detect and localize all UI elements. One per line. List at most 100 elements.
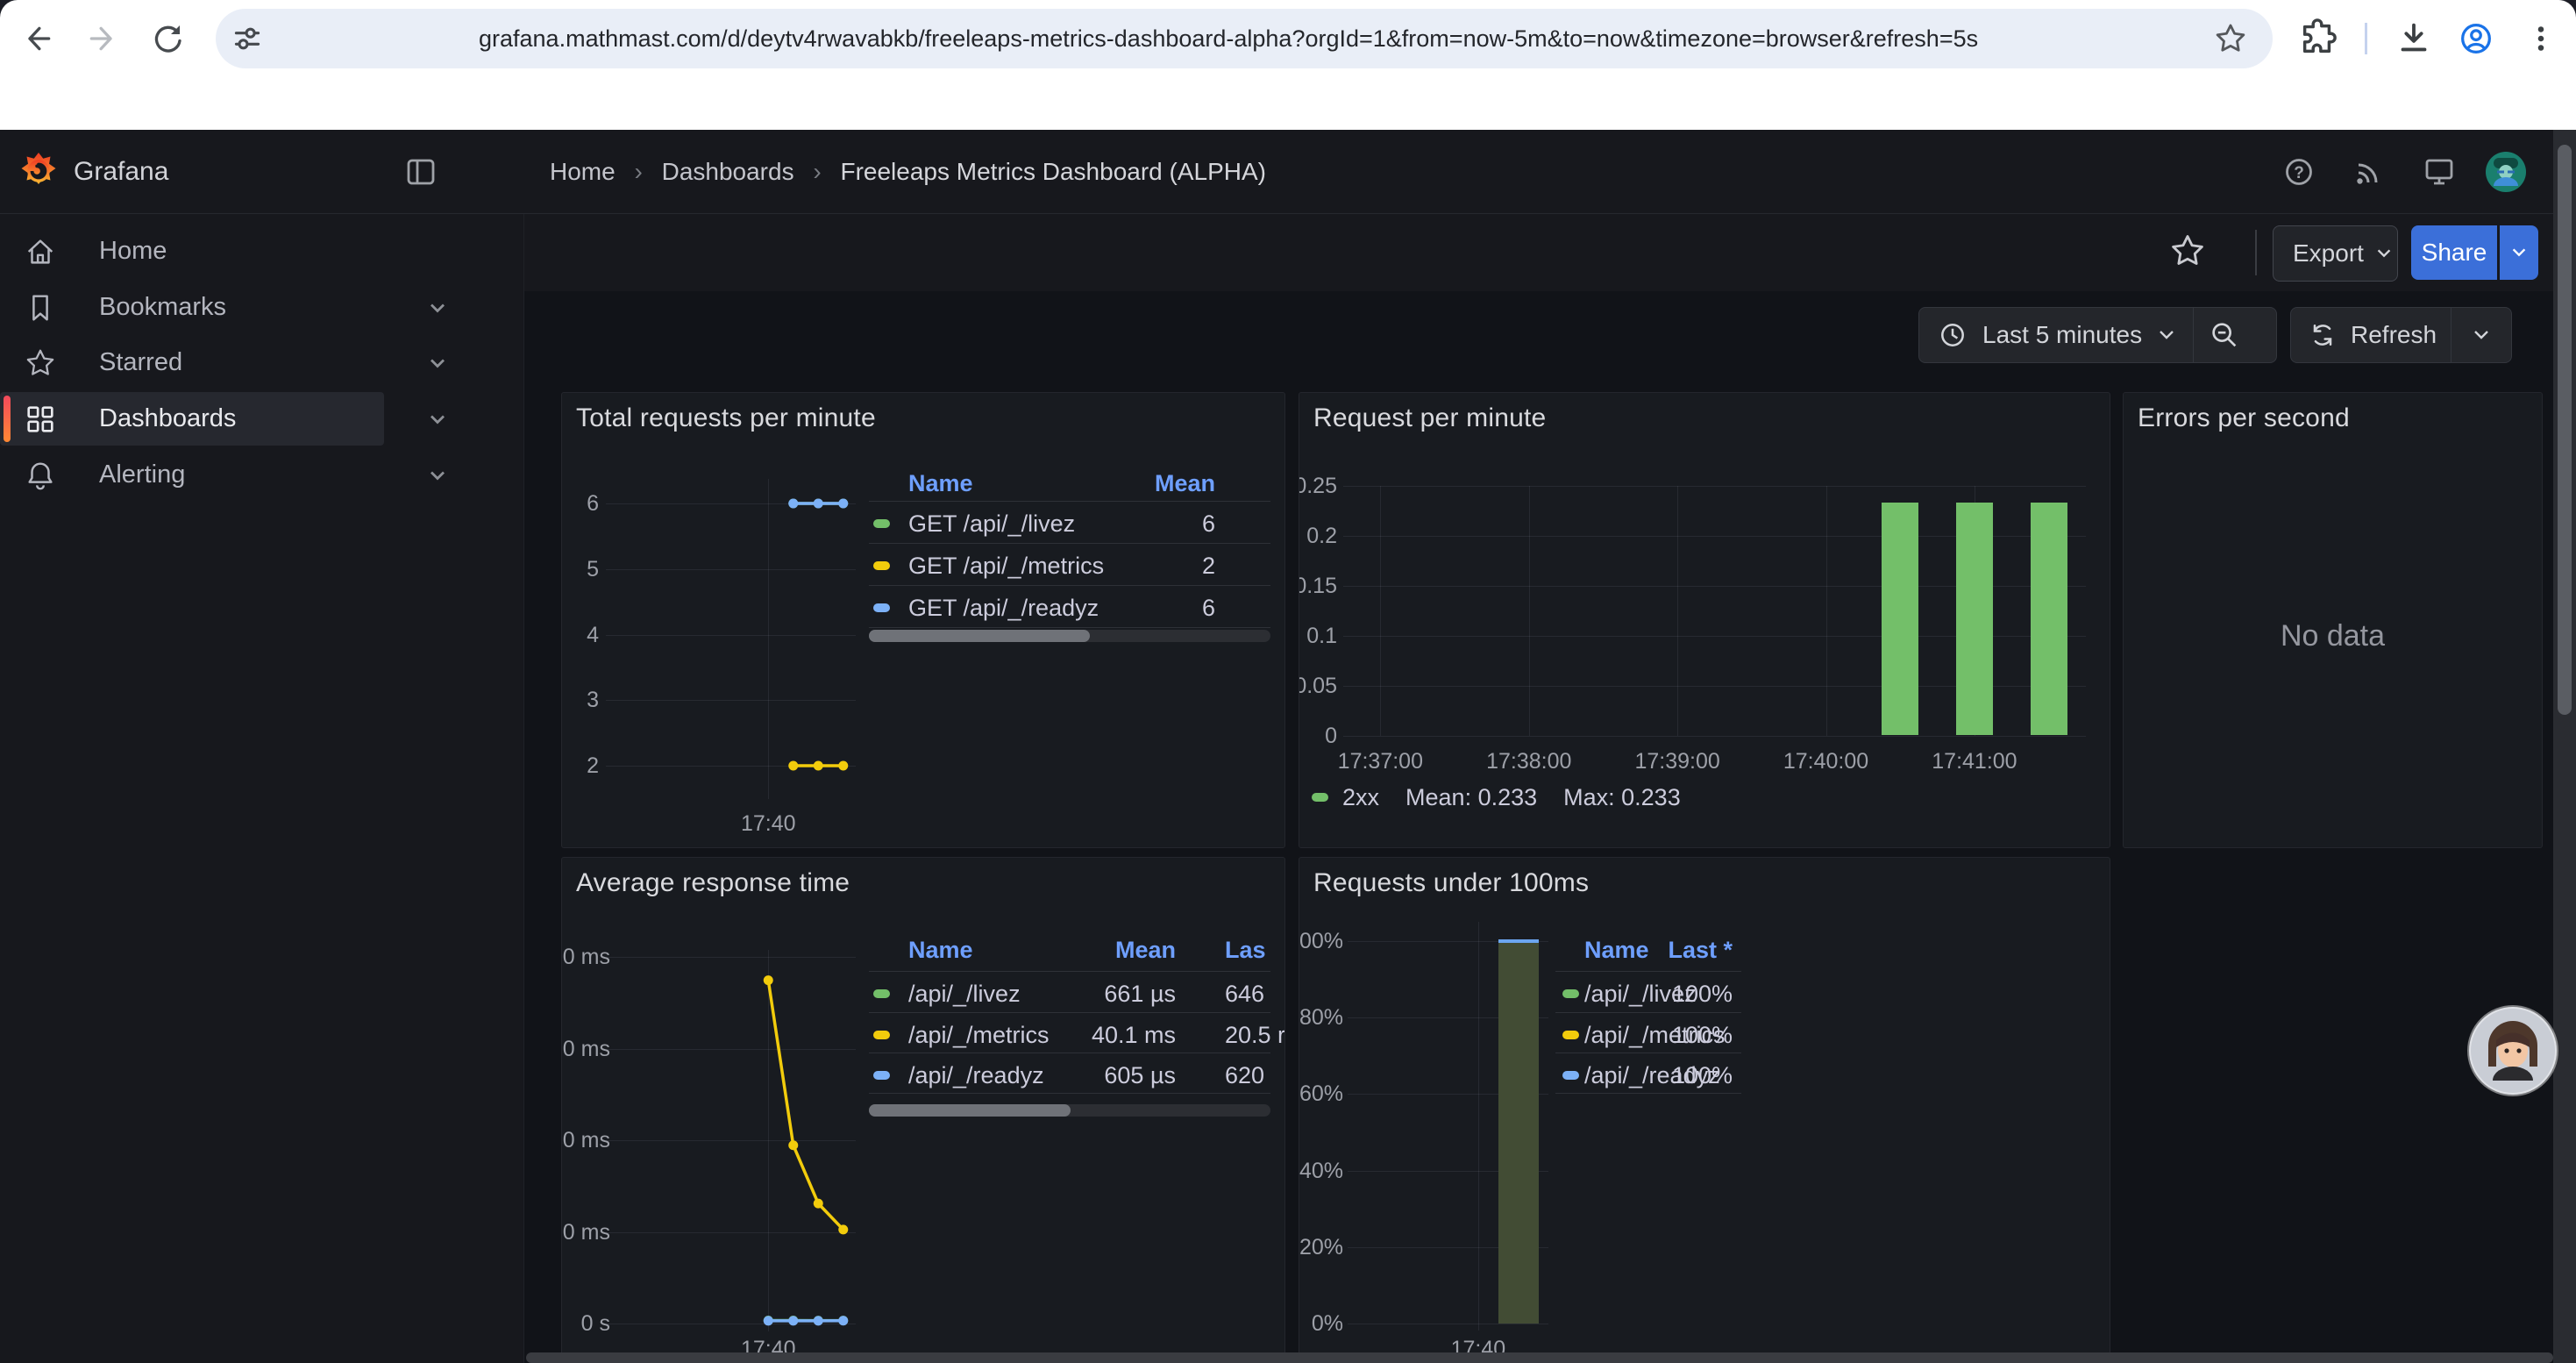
monitor-icon[interactable]: [2422, 154, 2457, 189]
breadcrumb-separator: ›: [813, 158, 821, 185]
sidebar-item-starred[interactable]: Starred: [0, 336, 523, 389]
panel-body: 0 s20 ms40 ms60 ms80 ms17:40NameMeanLas/…: [562, 858, 1284, 1363]
series-point: [814, 1199, 823, 1209]
legend-separator: [869, 1012, 1270, 1013]
legend-separator: [1555, 1012, 1741, 1013]
gridline-v: [1380, 486, 1381, 736]
legend-separator: [869, 1093, 1270, 1094]
rss-icon[interactable]: [2351, 154, 2386, 189]
chevron-down-icon[interactable]: [425, 351, 450, 375]
legend-value: 6: [952, 509, 1215, 539]
y-axis-label: 20%: [1299, 1234, 1343, 1260]
legend-header[interactable]: Las: [1225, 937, 1266, 963]
vertical-scrollbar-thumb[interactable]: [2558, 145, 2572, 715]
legend-inline: 2xxMean: 0.233Max: 0.233: [1312, 782, 1681, 812]
url-text[interactable]: grafana.mathmast.com/d/deytv4rwavabkb/fr…: [479, 9, 1978, 68]
sidebar-item-label: Home: [99, 237, 167, 266]
legend-value: 646: [1225, 979, 1264, 1009]
bar[interactable]: [1956, 503, 1993, 735]
browser-window: grafana.mathmast.com/d/deytv4rwavabkb/fr…: [0, 0, 2576, 1363]
share-button[interactable]: Share: [2411, 225, 2497, 280]
legend-swatch: [873, 1071, 890, 1080]
legend-separator: [869, 627, 1270, 628]
no-data-message: No data: [2124, 619, 2542, 653]
profile-avatar-icon[interactable]: [2456, 18, 2496, 59]
horizontal-scrollbar[interactable]: [526, 1352, 2553, 1363]
legend-value: 661 µs: [913, 979, 1176, 1009]
breadcrumb: Home › Dashboards › Freeleaps Metrics Da…: [550, 130, 1266, 213]
address-bar[interactable]: grafana.mathmast.com/d/deytv4rwavabkb/fr…: [216, 9, 2273, 68]
time-range-label: Last 5 minutes: [1982, 321, 2142, 349]
x-axis-label: 17:37:00: [1301, 748, 1459, 774]
legend-header[interactable]: Last *: [1469, 937, 1733, 963]
forward-icon[interactable]: [84, 21, 119, 56]
series-point: [838, 499, 848, 509]
sidebar-item-home[interactable]: Home: [0, 225, 523, 278]
series-point: [788, 1140, 798, 1150]
sidebar-item-bookmarks[interactable]: Bookmarks: [0, 281, 523, 334]
legend-value: 2: [952, 551, 1215, 581]
export-label: Export: [2293, 239, 2364, 268]
clock-icon: [1937, 319, 1968, 351]
panel-average-response-time: Average response time 0 s20 ms40 ms60 ms…: [561, 857, 1285, 1363]
browser-toolbar: grafana.mathmast.com/d/deytv4rwavabkb/fr…: [0, 0, 2576, 77]
legend-separator: [869, 585, 1270, 586]
gridline-h: [1343, 736, 2086, 737]
panel-body: 00.050.10.150.20.2517:37:0017:38:0017:39…: [1299, 393, 2110, 847]
legend-swatch: [873, 1031, 890, 1039]
chevron-down-icon[interactable]: [425, 463, 450, 488]
site-settings-icon[interactable]: [231, 23, 263, 54]
zoom-out-icon[interactable]: [2208, 318, 2241, 352]
x-axis-label: 17:39:00: [1598, 748, 1756, 774]
legend-value: 100%: [1469, 979, 1733, 1009]
share-menu-button[interactable]: [2500, 225, 2538, 280]
series-point: [788, 761, 798, 771]
legend-value: 20.5 r: [1225, 1020, 1285, 1050]
chevron-down-icon[interactable]: [425, 296, 450, 320]
time-range-picker[interactable]: Last 5 minutes: [1918, 307, 2277, 363]
panel-title[interactable]: Errors per second: [2138, 403, 2350, 433]
legend-scrollbar-thumb[interactable]: [869, 1104, 1071, 1117]
breadcrumb-dashboards[interactable]: Dashboards: [662, 158, 794, 185]
y-axis-label: 0.05: [1299, 673, 1337, 699]
favorite-star-icon[interactable]: [2168, 232, 2207, 270]
browser-menu-icon[interactable]: [2521, 18, 2561, 59]
legend-header[interactable]: Mean: [952, 470, 1215, 496]
sidebar-item-alerting[interactable]: Alerting: [0, 448, 523, 502]
legend-separator: [1555, 1093, 1741, 1094]
x-axis-label: 17:40:00: [1747, 748, 1905, 774]
sidebar-toggle-icon[interactable]: [403, 154, 438, 189]
share-label: Share: [2422, 239, 2487, 267]
back-icon[interactable]: [21, 21, 56, 56]
user-avatar[interactable]: [2485, 151, 2527, 193]
refresh-button[interactable]: Refresh: [2290, 307, 2512, 363]
reload-icon[interactable]: [149, 21, 184, 56]
legend-header[interactable]: Mean: [913, 937, 1176, 963]
grafana-brand: Grafana: [74, 130, 168, 213]
legend-scrollbar-thumb[interactable]: [869, 630, 1090, 642]
sidebar-item-dashboards[interactable]: Dashboards: [0, 392, 384, 446]
series-point: [838, 1224, 848, 1234]
bookmark-icon: [24, 291, 57, 325]
breadcrumb-home[interactable]: Home: [550, 158, 616, 185]
download-icon[interactable]: [2394, 18, 2434, 59]
floating-assistant-avatar[interactable]: [2467, 1005, 2558, 1096]
legend-value: 100%: [1469, 1060, 1733, 1090]
grafana-top-nav: Grafana Home › Dashboards › Freeleaps Me…: [0, 130, 2576, 214]
legend-separator: [869, 501, 1270, 502]
bookmark-star-icon[interactable]: [2213, 21, 2248, 56]
legend-separator: [869, 971, 1270, 972]
chevron-down-icon[interactable]: [2471, 325, 2492, 346]
chevron-down-icon[interactable]: [425, 407, 450, 432]
series-point: [814, 761, 823, 771]
series-point: [764, 1316, 773, 1325]
grafana-logo[interactable]: [18, 150, 60, 192]
gridline-v: [1826, 486, 1827, 736]
help-icon[interactable]: ?: [2281, 154, 2316, 189]
legend-series-name[interactable]: 2xx: [1342, 782, 1379, 812]
svg-text:?: ?: [2294, 164, 2304, 182]
extensions-icon[interactable]: [2297, 18, 2338, 59]
bar[interactable]: [2031, 503, 2067, 735]
export-button[interactable]: Export: [2273, 225, 2398, 282]
bar[interactable]: [1882, 503, 1918, 735]
